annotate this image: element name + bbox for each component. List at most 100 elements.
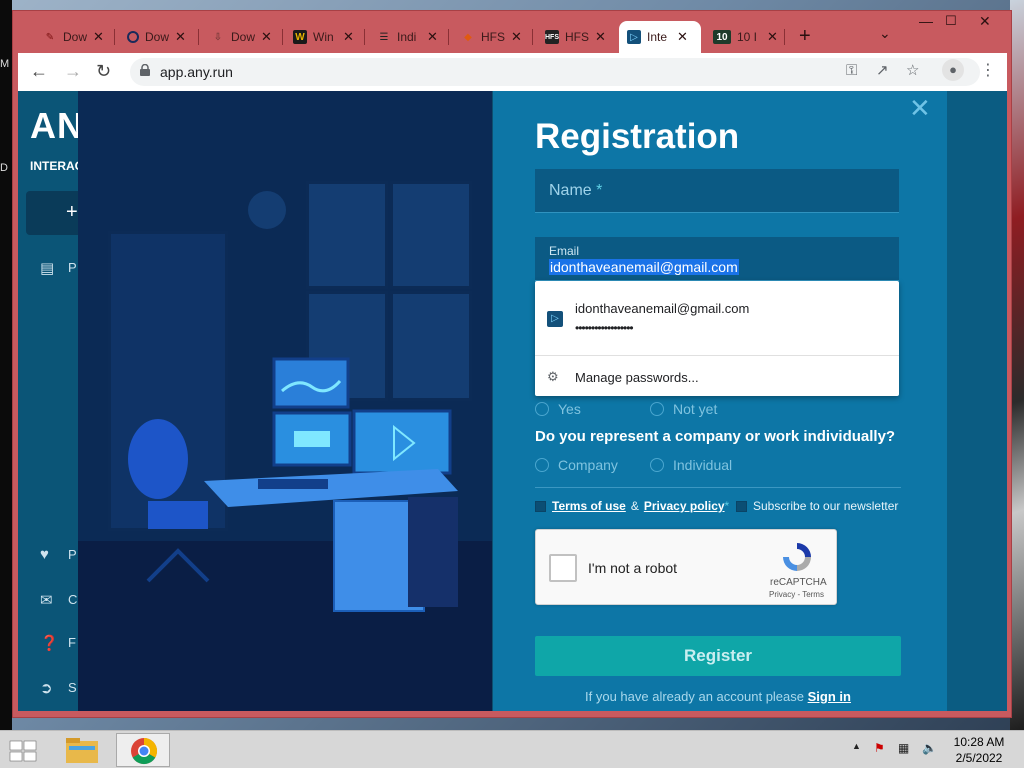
document-icon[interactable]: ▤ (40, 259, 54, 277)
hfs-icon: ◆ (464, 31, 472, 43)
autofill-dropdown: ▷ idonthaveanemail@gmail.com •••••••••••… (535, 281, 899, 396)
address-bar[interactable]: app.any.run ⚿ ↗ ☆ (130, 58, 980, 86)
close-icon[interactable]: ✕ (909, 93, 931, 124)
email-field[interactable]: Email idonthaveanemail@gmail.com (535, 237, 899, 281)
recaptcha-icon (783, 543, 811, 571)
star-icon[interactable]: ☆ (906, 61, 919, 79)
terms-checkbox-row[interactable]: Terms of use & Privacy policy * (535, 499, 729, 513)
radio-yes[interactable]: Yes (535, 401, 581, 417)
help-icon[interactable]: ❓ (40, 634, 59, 652)
volume-muted-icon[interactable]: 🔈 (922, 741, 937, 755)
terms-checkbox[interactable] (535, 500, 546, 512)
autofill-email[interactable]: idonthaveanemail@gmail.com (575, 301, 749, 316)
tab-title: Inte (647, 30, 668, 44)
sidebar-label[interactable]: C (68, 592, 77, 607)
profile-icon[interactable]: ● (942, 59, 964, 81)
tab-2[interactable]: Dow ✕ (119, 25, 199, 49)
close-tab-icon[interactable]: ✕ (93, 29, 104, 45)
name-placeholder: Name * (549, 182, 603, 199)
minimize-icon[interactable]: — (919, 13, 933, 29)
reload-icon[interactable]: ↻ (96, 61, 111, 82)
radio-circle[interactable] (535, 458, 549, 472)
sidebar-label[interactable]: P (68, 547, 77, 562)
tab-6[interactable]: ◆ HFS ✕ (453, 25, 533, 49)
sidebar-label[interactable]: F (68, 635, 76, 650)
radio-company[interactable]: Company (535, 457, 618, 473)
anyrun-icon: ▷ (627, 30, 641, 44)
browser-window: ✎ Dow ✕ Dow ✕ ⇩ Dow ✕ W Win ✕ ☰ Indi ✕ ◆… (12, 10, 1012, 718)
sidebar-label[interactable]: P (68, 260, 77, 275)
back-icon[interactable]: ← (30, 61, 48, 82)
terms-link[interactable]: Terms of use (552, 499, 626, 513)
close-tab-icon[interactable]: ✕ (677, 29, 688, 45)
close-tab-icon[interactable]: ✕ (595, 29, 606, 45)
recaptcha-label: I'm not a robot (588, 560, 678, 576)
autofill-password[interactable]: •••••••••••••••••• (575, 321, 634, 335)
cart-icon[interactable]: ♥ (40, 546, 49, 563)
wall-clock (248, 191, 286, 229)
radio-not-yet[interactable]: Not yet (650, 401, 717, 417)
radio-circle[interactable] (650, 402, 664, 416)
tab-9[interactable]: 10 10 I ✕ (705, 25, 785, 49)
tray-arrow-icon[interactable]: ▲ (852, 741, 861, 751)
recaptcha-checkbox[interactable] (549, 554, 577, 582)
hfs-icon: HFS (545, 30, 559, 44)
tab-5[interactable]: ☰ Indi ✕ (369, 25, 449, 49)
tab-title: Indi (397, 30, 417, 44)
tab-8-active[interactable]: ▷ Inte ✕ (619, 21, 701, 53)
close-tab-icon[interactable]: ✕ (175, 29, 186, 45)
manage-passwords-item[interactable]: Manage passwords... (575, 370, 699, 385)
chevron-down-icon[interactable]: ⌄ (879, 25, 891, 42)
anyrun-icon: ▷ (547, 311, 563, 327)
recaptcha-links[interactable]: Privacy - Terms (769, 590, 824, 599)
network-icon[interactable]: ▦ (898, 741, 909, 755)
list-icon: ☰ (379, 31, 389, 43)
key-icon[interactable]: ⚿ (846, 62, 857, 79)
clock[interactable]: 10:28 AM 2/5/2022 (946, 734, 1012, 766)
menu-icon[interactable]: ⋮ (980, 60, 996, 80)
mail-icon[interactable]: ✉ (40, 591, 53, 609)
name-field[interactable]: Name * (535, 169, 899, 213)
close-tab-icon[interactable]: ✕ (261, 29, 272, 45)
close-tab-icon[interactable]: ✕ (427, 29, 438, 45)
signin-row: If you have already an account please Si… (535, 689, 901, 704)
tab-3[interactable]: ⇩ Dow ✕ (203, 25, 283, 49)
radio-individual[interactable]: Individual (650, 457, 732, 473)
newsletter-checkbox[interactable] (736, 500, 747, 512)
close-tab-icon[interactable]: ✕ (511, 29, 522, 45)
email-label: Email (549, 244, 580, 258)
desktop-right-edge (1010, 0, 1024, 730)
close-tab-icon[interactable]: ✕ (343, 29, 354, 45)
flag-icon[interactable]: ⚑ (874, 741, 885, 755)
new-tab-button[interactable]: + (799, 25, 811, 48)
share-icon[interactable]: ↗ (876, 61, 889, 79)
gear-icon: ⚙ (547, 369, 559, 384)
clock-time: 10:28 AM (953, 735, 1005, 749)
ampersand: & (630, 499, 639, 513)
tab-title: Win (313, 30, 334, 44)
close-tab-icon[interactable]: ✕ (767, 29, 778, 45)
windows-start-icon[interactable] (8, 739, 38, 763)
file-explorer-icon[interactable] (56, 733, 110, 767)
tab-7[interactable]: HFS HFS ✕ (537, 25, 615, 49)
forward-icon[interactable]: → (64, 61, 82, 82)
radio-circle[interactable] (535, 402, 549, 416)
sidebar-label[interactable]: S (68, 680, 77, 695)
signin-link[interactable]: Sign in (808, 689, 851, 704)
signout-icon[interactable]: ➲ (40, 679, 53, 697)
radio-circle[interactable] (650, 458, 664, 472)
register-button[interactable]: Register (535, 636, 901, 676)
chrome-icon[interactable] (116, 733, 170, 767)
newsletter-checkbox-row[interactable]: Subscribe to our newsletter (736, 499, 898, 513)
desktop-left-edge: M D (0, 0, 12, 730)
registration-title: Registration (535, 117, 740, 156)
tab-4[interactable]: W Win ✕ (285, 25, 365, 49)
privacy-link[interactable]: Privacy policy (644, 499, 725, 513)
w-icon: W (293, 30, 307, 44)
tab-1[interactable]: ✎ Dow ✕ (35, 25, 115, 49)
registration-illustration (78, 91, 492, 711)
dropdown-divider (535, 355, 899, 356)
tab-title: Dow (63, 30, 87, 44)
maximize-icon[interactable]: ☐ (945, 13, 957, 29)
close-window-icon[interactable]: ✕ (979, 13, 991, 30)
